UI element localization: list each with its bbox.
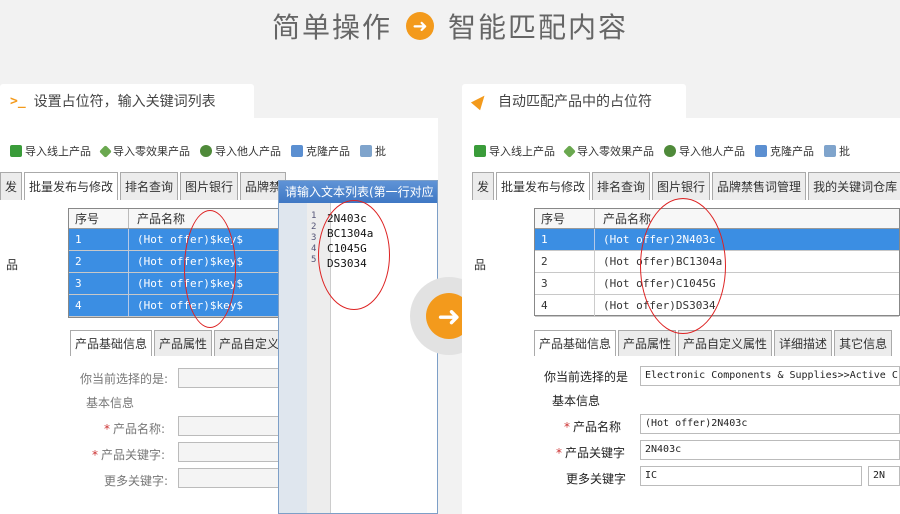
highlight-circle <box>318 200 390 310</box>
tab-batch-publish[interactable]: 批量发布与修改 <box>24 172 119 200</box>
step-caption-right: 自动匹配产品中的占位符 <box>462 84 686 118</box>
main-tabs: 发 批量发布与修改 排名查询 图片银行 品牌禁 <box>0 172 288 200</box>
tab-rank-query[interactable]: 排名查询 <box>592 172 651 200</box>
col-no[interactable]: 序号 <box>69 209 129 228</box>
tab-keyword-store[interactable]: 我的关键词仓库 <box>808 172 900 200</box>
panel-after: 导入线上产品 导入零效果产品 导入他人产品 克隆产品 批 发 批量发布与修改 排… <box>462 118 900 514</box>
tab-custom-attributes[interactable]: 产品自定义属性 <box>678 330 773 356</box>
side-label: 品 <box>6 258 19 272</box>
col-no[interactable]: 序号 <box>535 209 595 228</box>
more-keyword-field[interactable] <box>178 468 280 488</box>
col-name[interactable]: 产品名称 <box>129 209 185 229</box>
step-caption-left: >_ 设置占位符，输入关键词列表 <box>0 84 254 118</box>
headline-left: 简单操作 <box>271 11 392 44</box>
headline: 简单操作 ➜ 智能匹配内容 <box>0 6 900 46</box>
highlight-circle <box>640 198 726 334</box>
clone-icon <box>755 145 767 157</box>
step-label-right: 自动匹配产品中的占位符 <box>498 94 652 110</box>
more-keyword-label: 更多关键字 <box>566 472 627 486</box>
keyword-field[interactable]: 2N403c <box>640 440 900 460</box>
sparkle-icon <box>99 144 112 158</box>
import-zero-button[interactable]: 导入零效果产品 <box>563 143 654 159</box>
tab-other-info[interactable]: 其它信息 <box>834 330 893 356</box>
tab-attributes[interactable]: 产品属性 <box>618 330 677 356</box>
tab-custom[interactable]: 产品自定义 <box>214 330 285 356</box>
main-tabs: 发 批量发布与修改 排名查询 图片银行 品牌禁售词管理 我的关键词仓库 <box>472 172 900 200</box>
group-label: 基本信息 <box>86 396 135 410</box>
tab-batch-publish[interactable]: 批量发布与修改 <box>496 172 591 200</box>
table-row[interactable]: 3 (Hot offer)$key$ <box>69 273 279 295</box>
name-label: * 产品名称: <box>104 422 166 436</box>
table-row[interactable]: 1 (Hot offer)$key$ <box>69 229 279 251</box>
tab-stub[interactable]: 发 <box>472 172 494 200</box>
dialog-side <box>279 203 307 513</box>
form-area: 你当前选择的是: 基本信息 * 产品名称: * 产品关键字: 更多关键字: <box>68 356 280 514</box>
keyword-label: * 产品关键字 <box>556 446 626 460</box>
toolbar: 导入线上产品 导入零效果产品 导入他人产品 克隆产品 批 <box>10 140 386 162</box>
col-name[interactable]: 产品名称 <box>595 209 651 229</box>
step-label-left: 设置占位符，输入关键词列表 <box>33 94 216 110</box>
name-label: * 产品名称 <box>564 420 622 434</box>
keyword-field[interactable] <box>178 442 280 462</box>
batch-icon <box>360 145 372 157</box>
keyword-label: * 产品关键字: <box>92 448 166 462</box>
tab-basic-info[interactable]: 产品基础信息 <box>534 330 617 356</box>
batch-button[interactable]: 批 <box>824 143 850 159</box>
import-others-button[interactable]: 导入他人产品 <box>664 143 745 159</box>
selected-label: 你当前选择的是: <box>80 372 169 386</box>
selected-field[interactable]: Electronic Components & Supplies>>Active… <box>640 366 900 386</box>
more-keyword-field-2[interactable]: 2N <box>868 466 900 486</box>
tab-attributes[interactable]: 产品属性 <box>154 330 213 356</box>
import-others-button[interactable]: 导入他人产品 <box>200 143 281 159</box>
name-field[interactable] <box>178 416 280 436</box>
batch-icon <box>824 145 836 157</box>
import-online-button[interactable]: 导入线上产品 <box>10 143 91 159</box>
import-zero-button[interactable]: 导入零效果产品 <box>99 143 190 159</box>
toolbar: 导入线上产品 导入零效果产品 导入他人产品 克隆产品 批 <box>474 140 850 162</box>
rocket-icon <box>470 91 490 111</box>
import-online-button[interactable]: 导入线上产品 <box>474 143 555 159</box>
tab-rank-query[interactable]: 排名查询 <box>120 172 179 200</box>
sparkle-icon <box>563 144 576 158</box>
sub-tabs: 产品基础信息 产品属性 产品自定义属性 详细描述 其它信息 <box>534 330 894 356</box>
name-field[interactable]: (Hot offer)2N403c <box>640 414 900 434</box>
side-label: 品 <box>474 258 487 272</box>
batch-button[interactable]: 批 <box>360 143 386 159</box>
download-icon <box>474 145 486 157</box>
clone-button[interactable]: 克隆产品 <box>755 143 814 159</box>
tab-image-bank[interactable]: 图片银行 <box>180 172 239 200</box>
form-area: 你当前选择的是 Electronic Components & Supplies… <box>534 356 900 514</box>
tab-description[interactable]: 详细描述 <box>774 330 833 356</box>
tab-brand-words[interactable]: 品牌禁售词管理 <box>712 172 807 200</box>
sub-tabs: 产品基础信息 产品属性 产品自定义 <box>70 330 286 356</box>
more-keyword-label: 更多关键字: <box>104 474 169 488</box>
tab-stub[interactable]: 发 <box>0 172 22 200</box>
tab-image-bank[interactable]: 图片银行 <box>652 172 711 200</box>
product-grid: 序号 产品名称 1 (Hot offer)$key$ 2 (Hot offer)$k… <box>68 208 280 318</box>
table-row[interactable]: 2 (Hot offer)$key$ <box>69 251 279 273</box>
panel-before: 导入线上产品 导入零效果产品 导入他人产品 克隆产品 批 发 批量发布与修改 排… <box>0 118 438 514</box>
selected-label: 你当前选择的是 <box>544 370 629 384</box>
highlight-circle <box>184 210 236 328</box>
more-keyword-field[interactable]: IC <box>640 466 862 486</box>
table-row[interactable]: 4 (Hot offer)$key$ <box>69 295 279 317</box>
grid-header: 序号 产品名称 <box>69 209 279 229</box>
download-icon <box>10 145 22 157</box>
headline-right: 智能匹配内容 <box>448 11 629 44</box>
user-icon <box>664 145 676 157</box>
tab-basic-info[interactable]: 产品基础信息 <box>70 330 153 356</box>
clone-button[interactable]: 克隆产品 <box>291 143 350 159</box>
clone-icon <box>291 145 303 157</box>
selected-field[interactable] <box>178 368 280 388</box>
group-label: 基本信息 <box>552 394 601 408</box>
arrow-right-icon: ➜ <box>406 12 434 40</box>
prompt-icon: >_ <box>10 93 26 109</box>
user-icon <box>200 145 212 157</box>
